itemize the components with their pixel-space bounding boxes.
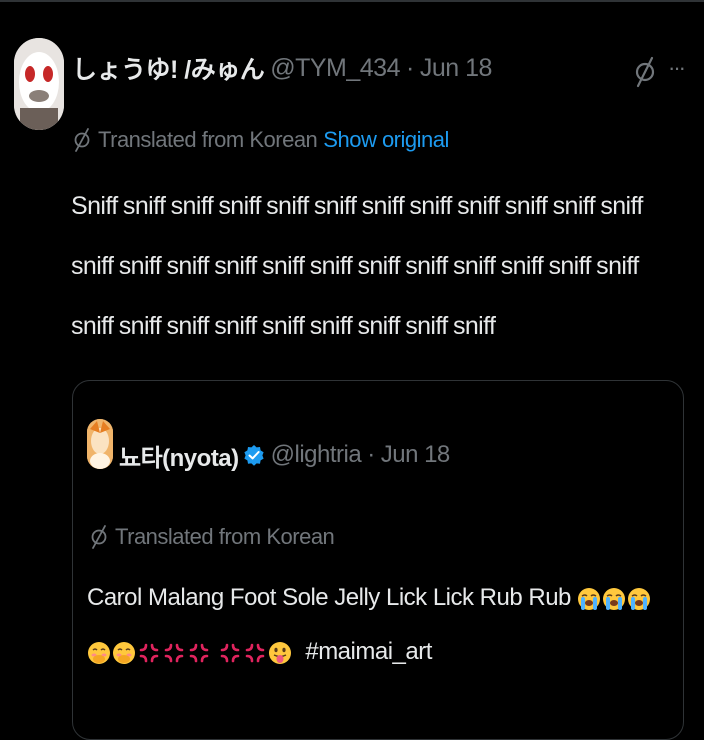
quoted-translated-from-label: Translated from Korean [115,524,335,549]
grok-icon[interactable] [632,54,658,90]
top-divider [0,0,704,2]
quoted-tweet-text: Carol Malang Foot Sole Jelly Lick Lick R… [87,571,671,679]
display-name[interactable]: しょうゆ! /みゅん [72,50,265,86]
user-handle[interactable]: @TYM_434 [270,54,400,83]
translate-icon [74,128,90,152]
face-with-tongue-icon [268,641,292,665]
user-avatar[interactable] [14,38,64,130]
loudly-crying-face-icon [627,587,651,611]
separator-dot: · [405,53,414,82]
quoted-user-avatar[interactable] [87,419,113,469]
translated-from-label: Translated from Korean [98,127,318,152]
translate-icon [91,525,107,549]
face-with-hand-over-mouth-icon [112,641,136,665]
quoted-user-handle[interactable]: @lightria [271,441,362,469]
quoted-tweet-card[interactable]: 뇨타(nyota) @lightria · Jun 18 Translated … [72,380,684,740]
separator-dot: · [367,441,375,468]
anger-symbol-icon [218,641,242,665]
verified-badge-icon[interactable] [243,444,265,466]
anger-symbol-icon [137,641,161,665]
quoted-display-name[interactable]: 뇨타(nyota) [119,438,239,473]
anger-symbol-icon [187,641,211,665]
face-with-hand-over-mouth-icon [87,641,111,665]
quoted-translation-notice: Translated from Korean [89,519,335,555]
tweet-text: Sniff sniff sniff sniff sniff sniff snif… [71,192,643,340]
anger-symbol-icon [243,641,267,665]
quoted-tweet-timestamp[interactable]: Jun 18 [381,441,451,469]
more-options-icon[interactable]: ··· [664,57,688,79]
hashtag-link[interactable]: #maimai_art [305,638,432,665]
loudly-crying-face-icon [602,587,626,611]
quoted-text-content: Carol Malang Foot Sole Jelly Lick Lick R… [87,584,571,611]
translation-notice: Translated from Korean Show original [72,122,449,158]
show-original-link[interactable]: Show original [323,127,449,153]
tweet-timestamp[interactable]: Jun 18 [420,54,493,83]
tweet-header: しょうゆ! /みゅん @TYM_434 · Jun 18 [72,50,492,86]
quoted-tweet-header: 뇨타(nyota) @lightria · Jun 18 [119,437,450,473]
loudly-crying-face-icon [577,587,601,611]
anger-symbol-icon [162,641,186,665]
